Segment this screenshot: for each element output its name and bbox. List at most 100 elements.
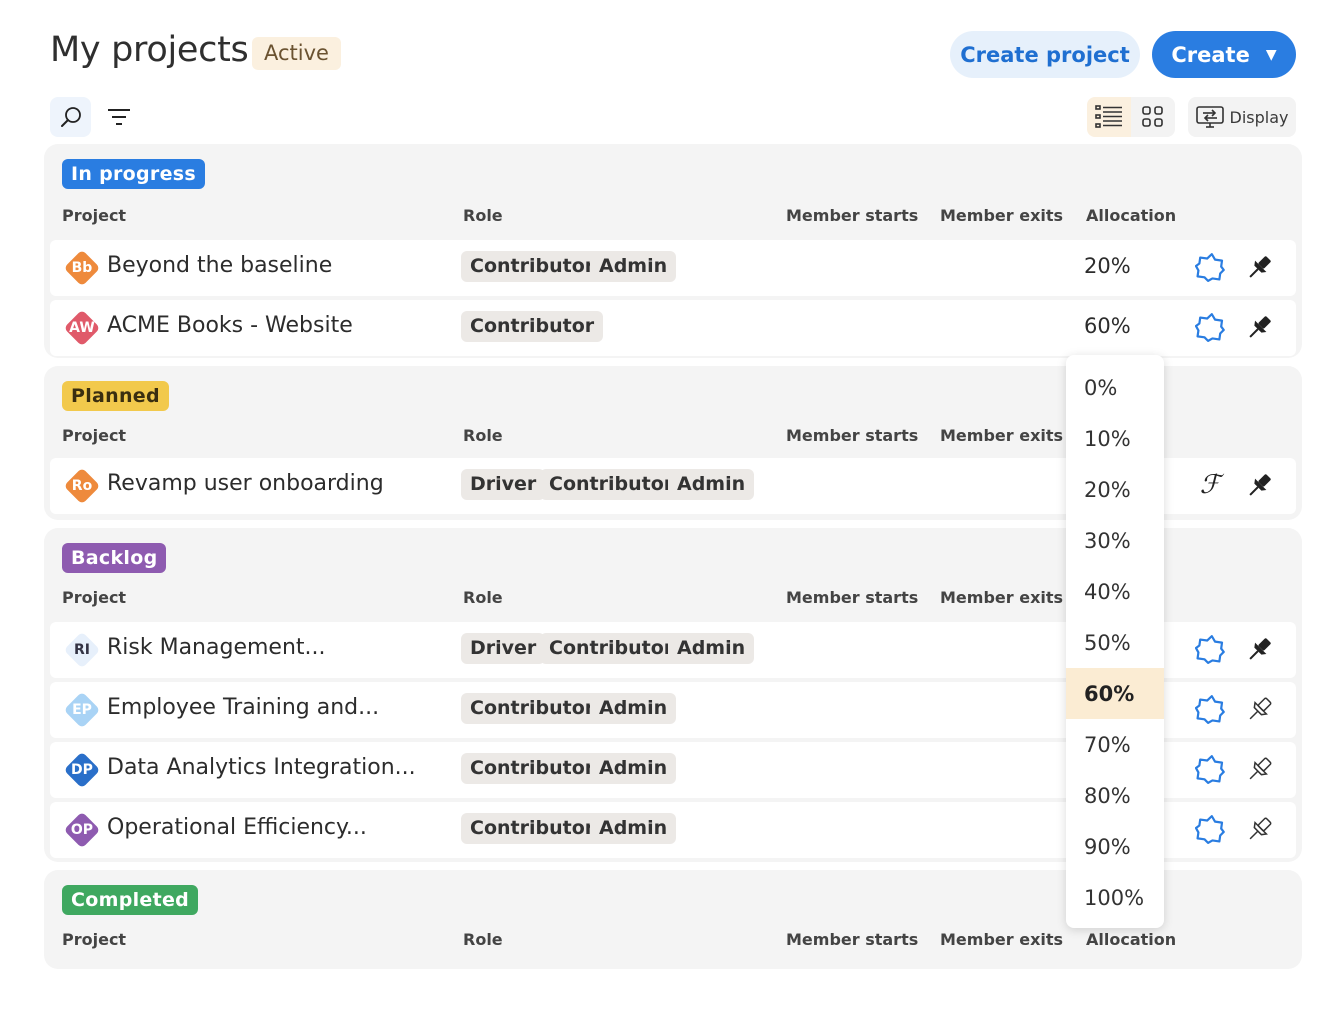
list-view-button[interactable] <box>1087 97 1131 137</box>
projects-page: My projects Active Create project Create… <box>0 0 1344 1013</box>
table-row[interactable]: AW ACME Books - Website Contributor 60% <box>50 300 1296 356</box>
search-button[interactable] <box>50 97 91 137</box>
display-icon <box>1195 106 1224 128</box>
role-chip: Contributor <box>461 693 604 724</box>
project-name[interactable]: Employee Training and... <box>107 695 379 720</box>
page-title: My projects <box>50 30 249 70</box>
dropdown-option[interactable]: 100% <box>1066 872 1164 923</box>
role-chip: Contributor <box>461 813 604 844</box>
filter-icon <box>108 109 130 125</box>
column-member-starts: Member starts <box>786 206 919 225</box>
grid-view-icon <box>1142 106 1163 127</box>
pin-filled-icon <box>1249 316 1271 338</box>
dropdown-option[interactable]: 40% <box>1066 566 1164 617</box>
group-badge-backlog[interactable]: Backlog <box>62 543 167 573</box>
project-avatar: Bb <box>63 249 101 287</box>
dropdown-option[interactable]: 80% <box>1066 770 1164 821</box>
script-f-icon[interactable]: ℱ <box>1192 467 1228 503</box>
column-role: Role <box>463 588 503 607</box>
role-chip: Contributor <box>461 753 604 784</box>
role-chip: Contributor <box>540 469 683 500</box>
role-chip: Contributor <box>461 311 604 342</box>
allocation-value[interactable]: 20% <box>1084 254 1131 278</box>
caret-down-icon: ▼ <box>1265 46 1277 63</box>
role-chip: Admin <box>668 469 755 500</box>
column-role: Role <box>463 426 503 445</box>
dropdown-option[interactable]: 50% <box>1066 617 1164 668</box>
project-avatar: Ro <box>63 467 101 505</box>
column-project: Project <box>62 588 127 607</box>
list-view-icon <box>1095 105 1122 128</box>
pin-button[interactable] <box>1242 811 1278 847</box>
dropdown-option-selected[interactable]: 60% <box>1066 668 1164 719</box>
pin-button[interactable] <box>1242 309 1278 345</box>
column-role: Role <box>463 930 503 949</box>
star-button[interactable] <box>1192 751 1228 787</box>
star-badge-icon <box>1195 313 1225 342</box>
pin-outline-icon <box>1249 697 1272 720</box>
project-name[interactable]: Data Analytics Integration... <box>107 755 416 780</box>
column-member-starts: Member starts <box>786 588 919 607</box>
role-chip: Admin <box>590 693 677 724</box>
filter-button[interactable] <box>100 97 138 137</box>
display-button[interactable]: Display <box>1188 97 1296 137</box>
project-name[interactable]: ACME Books - Website <box>107 313 353 338</box>
column-member-exits: Member exits <box>940 206 1064 225</box>
dropdown-option[interactable]: 30% <box>1066 515 1164 566</box>
role-chip: Admin <box>668 633 755 664</box>
star-button[interactable] <box>1192 631 1228 667</box>
project-avatar: RI <box>63 631 101 669</box>
pin-button[interactable] <box>1242 631 1278 667</box>
dropdown-option[interactable]: 90% <box>1066 821 1164 872</box>
role-chip: Driver <box>461 633 546 664</box>
role-chip: Driver <box>461 469 546 500</box>
role-chip: Admin <box>590 753 677 784</box>
star-badge-icon <box>1195 635 1225 664</box>
group-badge-in-progress[interactable]: In progress <box>62 159 206 189</box>
pin-filled-icon <box>1249 474 1271 496</box>
star-button[interactable] <box>1192 249 1228 285</box>
dropdown-option[interactable]: 20% <box>1066 464 1164 515</box>
allocation-value[interactable]: 60% <box>1084 314 1131 338</box>
column-member-exits: Member exits <box>940 930 1064 949</box>
pin-filled-icon <box>1249 256 1271 278</box>
pin-button[interactable] <box>1242 751 1278 787</box>
search-icon <box>60 107 81 127</box>
star-button[interactable] <box>1192 691 1228 727</box>
group-badge-planned[interactable]: Planned <box>62 381 169 411</box>
column-member-exits: Member exits <box>940 426 1064 445</box>
dropdown-option[interactable]: 70% <box>1066 719 1164 770</box>
project-name[interactable]: Risk Management... <box>107 635 326 660</box>
create-project-button[interactable]: Create project <box>950 31 1140 78</box>
column-member-starts: Member starts <box>786 930 919 949</box>
star-badge-icon <box>1195 755 1225 784</box>
role-chip: Contributor <box>540 633 683 664</box>
pin-filled-icon <box>1249 638 1271 660</box>
column-role: Role <box>463 206 503 225</box>
group-in-progress: In progress Project Role Member starts M… <box>44 144 1302 358</box>
status-badge[interactable]: Active <box>252 37 341 70</box>
column-project: Project <box>62 930 127 949</box>
pin-outline-icon <box>1249 817 1272 840</box>
column-member-starts: Member starts <box>786 426 919 445</box>
pin-button[interactable] <box>1242 249 1278 285</box>
pin-button[interactable] <box>1242 467 1278 503</box>
group-badge-completed[interactable]: Completed <box>62 885 199 915</box>
dropdown-option[interactable]: 0% <box>1066 362 1164 413</box>
star-button[interactable] <box>1192 309 1228 345</box>
project-name[interactable]: Operational Efficiency... <box>107 815 367 840</box>
project-name[interactable]: Revamp user onboarding <box>107 471 384 496</box>
star-button[interactable] <box>1192 811 1228 847</box>
project-avatar: DP <box>63 751 101 789</box>
project-name[interactable]: Beyond the baseline <box>107 253 332 278</box>
create-button-label: Create <box>1171 42 1250 67</box>
dropdown-option[interactable]: 10% <box>1066 413 1164 464</box>
star-badge-icon <box>1195 695 1225 724</box>
grid-view-button[interactable] <box>1131 97 1175 137</box>
project-avatar: OP <box>63 811 101 849</box>
pin-button[interactable] <box>1242 691 1278 727</box>
table-row[interactable]: Bb Beyond the baseline Contributor Admin… <box>50 240 1296 296</box>
column-project: Project <box>62 206 127 225</box>
create-button[interactable]: Create ▼ <box>1152 31 1296 78</box>
star-badge-icon <box>1195 253 1225 282</box>
